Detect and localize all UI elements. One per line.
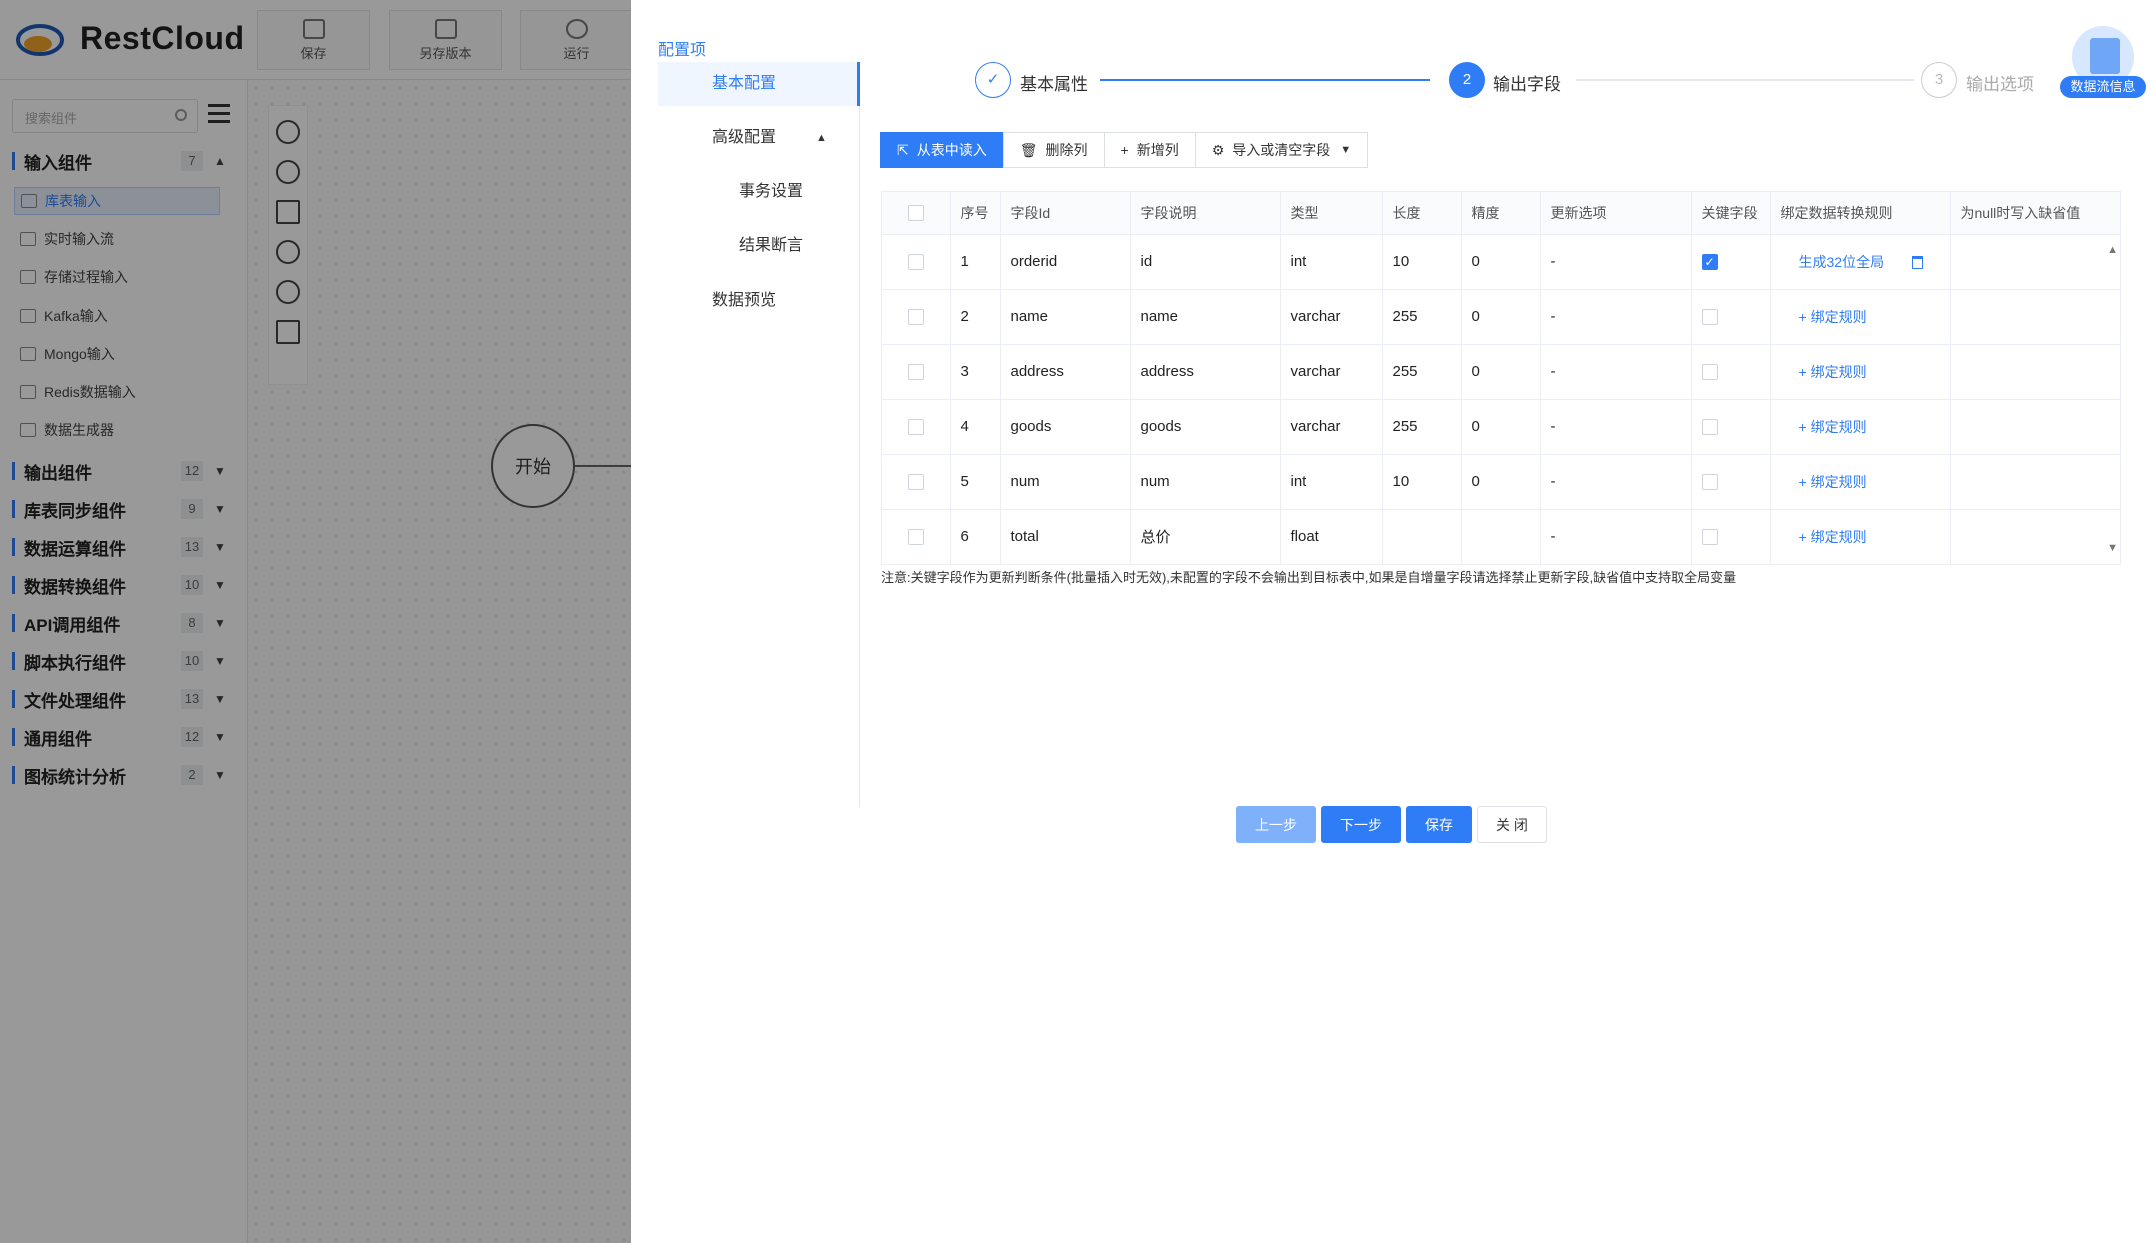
col-length: 长度 bbox=[1382, 192, 1462, 235]
config-drawer: 配置项 基本配置 高级配置 ▲ 事务设置 结果断言 数据预览 ✓ 基本属性 2 … bbox=[631, 0, 2150, 1243]
nav-advanced-config[interactable]: 高级配置 ▲ bbox=[658, 116, 860, 160]
table-row: 2 name name varchar 255 0 - + 绑定规则 bbox=[882, 289, 2120, 345]
next-step-button[interactable]: 下一步 bbox=[1321, 806, 1401, 843]
key-field-checkbox[interactable] bbox=[1701, 529, 1718, 546]
col-type: 类型 bbox=[1280, 192, 1383, 235]
scroll-up-icon[interactable]: ▲ bbox=[2107, 244, 2118, 256]
row-checkbox[interactable] bbox=[907, 364, 924, 381]
prev-step-button[interactable]: 上一步 bbox=[1236, 806, 1316, 843]
config-nav: 基本配置 高级配置 ▲ 事务设置 结果断言 数据预览 bbox=[658, 62, 860, 807]
row-checkbox[interactable] bbox=[907, 419, 924, 436]
step-3-label: 输出选项 bbox=[1966, 75, 2034, 94]
plus-icon[interactable]: + bbox=[1799, 309, 1811, 325]
step-line-1 bbox=[1100, 79, 1430, 81]
key-field-checkbox[interactable]: ✓ bbox=[1701, 254, 1718, 271]
row-checkbox[interactable] bbox=[907, 529, 924, 546]
step-2-circle: 2 bbox=[1449, 62, 1485, 98]
nav-basic-config[interactable]: 基本配置 bbox=[658, 62, 860, 106]
key-field-checkbox[interactable] bbox=[1701, 364, 1718, 381]
bind-rule-link[interactable]: 绑定规则 bbox=[1811, 364, 1867, 380]
plus-icon[interactable]: + bbox=[1799, 529, 1811, 545]
key-field-checkbox[interactable] bbox=[1701, 474, 1718, 491]
col-null-default: 为null时写入缺省值 bbox=[1950, 192, 2120, 235]
gear-icon: ⚙ bbox=[1211, 141, 1225, 158]
col-bind-rule: 绑定数据转换规则 bbox=[1770, 192, 1951, 235]
plus-icon[interactable]: + bbox=[1799, 364, 1811, 380]
plus-icon[interactable]: + bbox=[1799, 474, 1811, 490]
bind-rule-link[interactable]: 绑定规则 bbox=[1811, 309, 1867, 325]
trash-icon: 🗑 bbox=[1019, 141, 1038, 158]
col-field-id: 字段Id bbox=[1000, 192, 1131, 235]
add-column-button[interactable]: + 新增列 bbox=[1103, 132, 1196, 168]
field-table: 序号 字段Id 字段说明 类型 长度 精度 更新选项 关键字段 绑定数据转换规则… bbox=[881, 191, 2121, 565]
table-row: 4 goods goods varchar 255 0 - + 绑定规则 bbox=[882, 399, 2120, 455]
table-row: 1 orderid id int 10 0 - ✓ 生成32位全局 bbox=[882, 234, 2120, 290]
step-1-label: 基本属性 bbox=[1020, 75, 1088, 94]
document-icon bbox=[2090, 38, 2120, 74]
chevron-up-icon: ▲ bbox=[816, 132, 827, 144]
bind-rule-link[interactable]: 绑定规则 bbox=[1811, 474, 1867, 490]
import-clear-fields-dropdown[interactable]: ⚙ 导入或清空字段 ▼ bbox=[1194, 132, 1369, 168]
col-update-option: 更新选项 bbox=[1540, 192, 1692, 235]
drawer-title: 配置项 bbox=[658, 42, 707, 59]
nav-assertion[interactable]: 结果断言 bbox=[658, 224, 860, 268]
table-row: 6 total 总价 float - + 绑定规则 bbox=[882, 509, 2120, 564]
table-row: 5 num num int 10 0 - + 绑定规则 bbox=[882, 454, 2120, 510]
bind-rule-link[interactable]: 生成32位全局 bbox=[1799, 254, 1885, 270]
row-checkbox[interactable] bbox=[907, 474, 924, 491]
delete-column-button[interactable]: 🗑 删除列 bbox=[1002, 132, 1105, 168]
scroll-down-icon[interactable]: ▼ bbox=[2107, 542, 2118, 554]
trash-icon[interactable] bbox=[1912, 256, 1924, 270]
close-button[interactable]: 关 闭 bbox=[1477, 806, 1547, 843]
step-2-label: 输出字段 bbox=[1493, 75, 1561, 94]
row-checkbox[interactable] bbox=[907, 254, 924, 271]
table-header-row: 序号 字段Id 字段说明 类型 长度 精度 更新选项 关键字段 绑定数据转换规则… bbox=[882, 192, 2120, 235]
nav-data-preview[interactable]: 数据预览 bbox=[658, 279, 860, 323]
col-precision: 精度 bbox=[1461, 192, 1541, 235]
select-all-checkbox[interactable] bbox=[907, 205, 924, 222]
key-field-checkbox[interactable] bbox=[1701, 419, 1718, 436]
field-note: 注意:关键字段作为更新判断条件(批量插入时无效),未配置的字段不会输出到目标表中… bbox=[881, 570, 1737, 585]
chevron-down-icon: ▼ bbox=[1340, 144, 1352, 156]
table-row: 3 address address varchar 255 0 - + 绑定规则 bbox=[882, 344, 2120, 400]
col-field-desc: 字段说明 bbox=[1130, 192, 1281, 235]
nav-transaction[interactable]: 事务设置 bbox=[658, 170, 860, 214]
bind-rule-link[interactable]: 绑定规则 bbox=[1811, 419, 1867, 435]
bind-rule-link[interactable]: 绑定规则 bbox=[1811, 529, 1867, 545]
field-action-bar: ⇱ 从表中读入 🗑 删除列 + 新增列 ⚙ 导入或清空字段 ▼ bbox=[880, 132, 1369, 168]
dataflow-info-label: 数据流信息 bbox=[2060, 76, 2146, 98]
dataflow-info-button[interactable]: 数据流信息 bbox=[2060, 26, 2146, 98]
drawer-footer: 上一步 下一步 保存 关 闭 bbox=[1236, 806, 1552, 843]
step-line-2 bbox=[1576, 79, 1914, 81]
save-button[interactable]: 保存 bbox=[1406, 806, 1472, 843]
plus-icon: + bbox=[1120, 142, 1129, 158]
step-3-circle: 3 bbox=[1921, 62, 1957, 98]
import-icon: ⇱ bbox=[897, 141, 909, 158]
col-no: 序号 bbox=[950, 192, 1001, 235]
row-checkbox[interactable] bbox=[907, 309, 924, 326]
read-from-table-button[interactable]: ⇱ 从表中读入 bbox=[880, 132, 1004, 168]
plus-icon[interactable]: + bbox=[1799, 419, 1811, 435]
col-key-field: 关键字段 bbox=[1691, 192, 1771, 235]
step-1-check-icon: ✓ bbox=[975, 62, 1011, 98]
key-field-checkbox[interactable] bbox=[1701, 309, 1718, 326]
